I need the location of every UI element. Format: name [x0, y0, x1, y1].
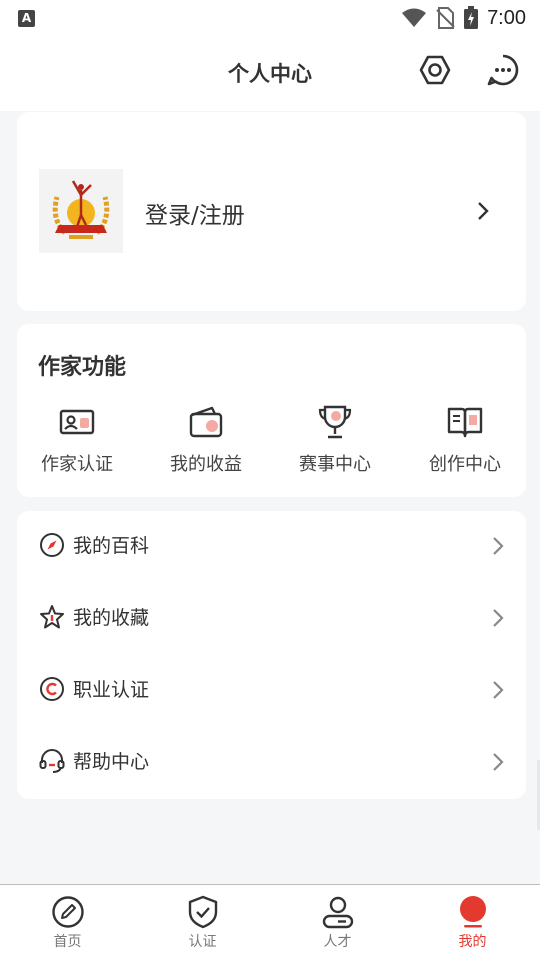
chevron-right-icon — [478, 202, 489, 220]
list-item-label: 职业认证 — [73, 679, 150, 701]
id-card-icon — [59, 409, 95, 435]
wallet-icon — [189, 406, 223, 438]
status-bar: A 7:00 — [0, 0, 540, 36]
star-icon — [40, 605, 64, 629]
creation-center-label: 创作中心 — [429, 454, 501, 475]
copyright-icon — [40, 677, 64, 701]
shield-check-icon — [188, 895, 217, 929]
login-register-link[interactable]: 登录/注册 — [145, 196, 245, 230]
tab-label: 首页 — [53, 934, 82, 950]
writer-functions-card: 作家功能 作家认证 我的收益 赛事中心 创作中心 — [17, 324, 526, 497]
tab-mine[interactable]: 我的 — [405, 885, 540, 960]
pen-circle-icon — [51, 896, 84, 928]
settings-button[interactable] — [418, 53, 452, 87]
status-time: 7:00 — [487, 6, 526, 29]
tab-label: 人才 — [323, 934, 352, 950]
tab-talent[interactable]: 人才 — [270, 885, 405, 960]
list-item-my-favorites[interactable]: 我的收藏 — [17, 583, 526, 655]
tab-home[interactable]: 首页 — [0, 885, 135, 960]
list-item-help-center[interactable]: 帮助中心 — [17, 727, 526, 799]
creation-center-button[interactable]: 创作中心 — [405, 402, 525, 482]
list-item-label: 帮助中心 — [73, 751, 150, 773]
compass-icon — [40, 533, 64, 557]
tab-label: 我的 — [458, 934, 487, 950]
page-title: 个人中心 — [228, 62, 312, 86]
writer-certify-label: 作家认证 — [41, 454, 113, 475]
profile-card[interactable]: 登录/注册 — [17, 112, 526, 311]
book-icon — [447, 407, 483, 438]
menu-list-card: 我的百科 我的收藏 职业认证 帮助中心 — [17, 511, 526, 799]
list-item-label: 我的收藏 — [73, 607, 150, 629]
list-item-my-encyclopedia[interactable]: 我的百科 — [17, 511, 526, 583]
list-item-label: 我的百科 — [73, 535, 150, 557]
message-icon — [487, 54, 519, 86]
message-button[interactable] — [486, 53, 520, 87]
tab-certification[interactable]: 认证 — [135, 885, 270, 960]
bottom-tab-bar: 首页 认证 人才 我的 — [0, 884, 540, 960]
title-bar: 个人中心 — [0, 36, 540, 111]
battery-charging-icon — [464, 6, 479, 29]
me-dot-icon — [459, 896, 486, 928]
trophy-icon — [318, 405, 352, 439]
my-earnings-label: 我的收益 — [170, 454, 242, 475]
wifi-icon — [402, 8, 427, 27]
writer-certify-button[interactable]: 作家认证 — [17, 402, 137, 482]
award-logo-icon — [52, 180, 110, 239]
list-item-professional-certification[interactable]: 职业认证 — [17, 655, 526, 727]
my-earnings-button[interactable]: 我的收益 — [146, 402, 266, 482]
contest-center-label: 赛事中心 — [299, 454, 371, 475]
chevron-right-icon — [493, 537, 504, 555]
chevron-right-icon — [493, 681, 504, 699]
section-title: 作家功能 — [38, 355, 127, 380]
tab-label: 认证 — [188, 934, 217, 950]
avatar — [39, 169, 123, 253]
contest-center-button[interactable]: 赛事中心 — [275, 402, 395, 482]
chevron-right-icon — [493, 609, 504, 627]
no-sim-icon — [436, 7, 455, 29]
settings-hex-icon — [419, 55, 451, 85]
headset-icon — [39, 749, 65, 773]
person-icon — [322, 896, 353, 929]
chevron-right-icon — [493, 753, 504, 771]
app-indicator-icon: A — [18, 9, 35, 27]
